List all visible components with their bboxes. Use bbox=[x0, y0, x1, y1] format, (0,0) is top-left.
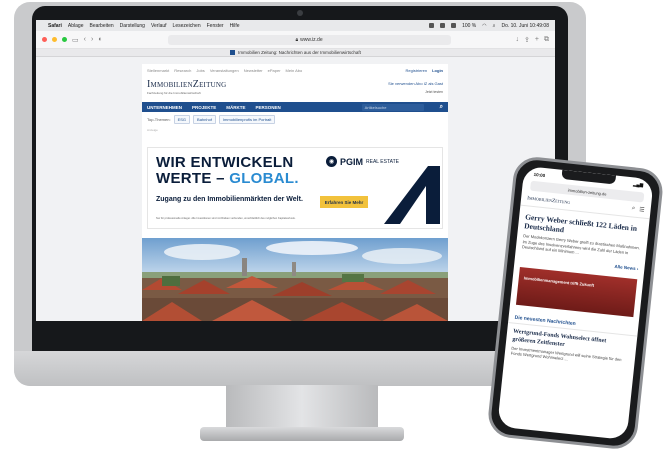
website: Stellenmarkt Research Jobs Veranstaltung… bbox=[142, 64, 448, 321]
new-tab-icon[interactable]: + bbox=[535, 36, 539, 43]
search-icon[interactable]: ⌕ bbox=[631, 205, 636, 212]
zoom-window-button[interactable] bbox=[62, 37, 67, 42]
all-news-label: Alle News bbox=[614, 263, 636, 271]
menu-item[interactable]: Ablage bbox=[68, 23, 84, 29]
address-text: www.iz.de bbox=[300, 36, 323, 43]
phone-ad-banner[interactable]: Immobilienmanagement trifft Zukunft bbox=[516, 266, 638, 317]
mac-menubar: Safari Ablage Bearbeiten Darstellung Ver… bbox=[36, 20, 555, 31]
menu-item[interactable]: Safari bbox=[48, 23, 62, 29]
top-link[interactable]: Newsletter bbox=[244, 68, 263, 73]
pgim-mark-icon: ◉ bbox=[326, 156, 337, 167]
arrow-right-icon: › bbox=[636, 265, 639, 271]
menu-item[interactable]: Lesezeichen bbox=[173, 23, 201, 29]
top-topics: Top-Themen: ESG Bahnhof Immobilienprofis… bbox=[142, 112, 448, 126]
back-icon[interactable]: ‹ bbox=[84, 36, 86, 43]
search-icon[interactable]: ⌕ bbox=[440, 104, 443, 111]
menu-item[interactable]: Darstellung bbox=[120, 23, 145, 29]
menubar-clock[interactable]: Do. 10. Juni 10:49:08 bbox=[501, 23, 549, 29]
sidebar-icon[interactable]: ▭ bbox=[72, 36, 79, 44]
close-window-button[interactable] bbox=[42, 37, 47, 42]
address-bar[interactable]: 🔒︎ www.iz.de bbox=[167, 34, 451, 45]
trial-link[interactable]: Jetzt testen bbox=[388, 88, 443, 96]
city-photo bbox=[142, 238, 448, 321]
favicon-icon bbox=[230, 50, 236, 55]
desktop-screen: Safari Ablage Bearbeiten Darstellung Ver… bbox=[36, 20, 555, 321]
tab-overview-icon[interactable]: ⧉ bbox=[544, 36, 549, 44]
monitor-stand bbox=[226, 385, 378, 429]
camera-icon bbox=[297, 10, 303, 16]
phone-ad-text: Immobilienmanagement trifft Zukunft bbox=[523, 274, 595, 288]
battery-percent: 100 % bbox=[462, 22, 477, 29]
nav-item-maerkte[interactable]: MÄRKTE bbox=[226, 105, 245, 110]
brand-row: ImmobilienZeitung Fachzeitung für die Im… bbox=[142, 76, 448, 102]
monitor-stand-base bbox=[200, 427, 404, 441]
phone-site-logo[interactable]: ImmobilienZeitung bbox=[527, 195, 571, 205]
nav-item-projekte[interactable]: PROJEKTE bbox=[192, 105, 216, 110]
top-link[interactable]: Stellenmarkt bbox=[147, 68, 169, 73]
smartphone: 10:00 ▂▄▆ immobilien-zeitung.de Immobili… bbox=[485, 154, 670, 461]
privacy-shield-icon[interactable]: ◐ bbox=[98, 36, 102, 43]
browser-toolbar: ▭ ‹ › ◐ 🔒︎ www.iz.de ↓ ⇪ + ⧉ bbox=[36, 31, 555, 49]
register-link[interactable]: Registrieren bbox=[406, 68, 428, 73]
download-icon[interactable]: ↓ bbox=[516, 36, 520, 43]
top-links: Stellenmarkt Research Jobs Veranstaltung… bbox=[142, 64, 448, 76]
ad-label: Anzeige bbox=[147, 128, 158, 132]
site-logo[interactable]: ImmobilienZeitung bbox=[147, 80, 226, 90]
menu-item[interactable]: Fenster bbox=[207, 23, 224, 29]
lock-icon: 🔒︎ bbox=[295, 36, 299, 43]
topics-label: Top-Themen: bbox=[147, 116, 171, 122]
search-icon[interactable]: ⌕ bbox=[493, 23, 496, 29]
menu-icon[interactable]: ☰ bbox=[639, 206, 645, 214]
status-icon[interactable] bbox=[429, 23, 435, 28]
ad-headline-line1: WIR ENTWICKELN bbox=[156, 154, 294, 171]
top-link[interactable]: Veranstaltungen bbox=[210, 68, 239, 73]
search-placeholder: Artikelsuche bbox=[364, 104, 387, 110]
main-nav: UNTERNEHMEN PROJEKTE MÄRKTE PERSONEN Art… bbox=[142, 102, 448, 112]
top-link[interactable]: Mein Abo bbox=[286, 68, 303, 73]
minimize-window-button[interactable] bbox=[52, 37, 57, 42]
share-icon[interactable]: ⇪ bbox=[524, 36, 530, 44]
menu-item[interactable]: Verlauf bbox=[151, 23, 167, 29]
nav-item-unternehmen[interactable]: UNTERNEHMEN bbox=[147, 105, 182, 110]
ad-headline: WIR ENTWICKELN WERTE – GLOBAL. bbox=[156, 155, 299, 187]
tab-bar: Immobilien Zeitung: Nachrichten aus der … bbox=[36, 49, 555, 57]
pgim-brand: PGIM bbox=[340, 156, 364, 167]
menu-item[interactable]: Hilfe bbox=[230, 23, 240, 29]
ad-fine-print: Nur für professionelle Anleger. Alle Inv… bbox=[156, 217, 296, 220]
tab-title[interactable]: Immobilien Zeitung: Nachrichten aus der … bbox=[238, 50, 361, 55]
subscription-notice[interactable]: Sie verwenden Abo IZ als Gast bbox=[388, 80, 443, 88]
phone-frame: 10:00 ▂▄▆ immobilien-zeitung.de Immobili… bbox=[486, 154, 665, 452]
phone-time: 10:00 bbox=[533, 171, 546, 178]
topic-chip[interactable]: ESG bbox=[173, 114, 191, 124]
pgim-ad-banner[interactable]: WIR ENTWICKELN WERTE – GLOBAL. ◉ PGIM RE… bbox=[147, 147, 443, 229]
menu-item[interactable]: Bearbeiten bbox=[89, 23, 113, 29]
article-search-input[interactable]: Artikelsuche bbox=[361, 103, 424, 111]
nav-item-personen[interactable]: PERSONEN bbox=[256, 105, 281, 110]
status-icon[interactable] bbox=[440, 23, 446, 28]
top-link[interactable]: Research bbox=[174, 68, 191, 73]
phone-screen: 10:00 ▂▄▆ immobilien-zeitung.de Immobili… bbox=[497, 165, 654, 441]
login-link[interactable]: Login bbox=[432, 68, 443, 73]
top-link[interactable]: Jobs bbox=[196, 68, 204, 73]
topic-chip[interactable]: Bahnhof bbox=[193, 114, 216, 124]
forward-icon[interactable]: › bbox=[91, 36, 93, 43]
ad-cta-button[interactable]: Erfahren Sie Mehr bbox=[320, 196, 368, 208]
ad-headline-line2: WERTE – bbox=[156, 170, 230, 187]
wifi-icon[interactable]: ◠ bbox=[482, 23, 486, 29]
ad-graphic bbox=[384, 166, 440, 224]
topic-chip[interactable]: Immobilienprofis im Portrait bbox=[218, 114, 276, 124]
ad-subline: Zugang zu den Immobilienmärkten der Welt… bbox=[156, 196, 303, 203]
logo-tagline: Fachzeitung für die Immobilienwirtschaft bbox=[147, 91, 201, 95]
signal-icon: ▂▄▆ bbox=[632, 181, 644, 188]
status-icon[interactable] bbox=[451, 23, 457, 28]
ad-headline-accent: GLOBAL. bbox=[229, 170, 299, 187]
top-link[interactable]: ePaper bbox=[268, 68, 281, 73]
